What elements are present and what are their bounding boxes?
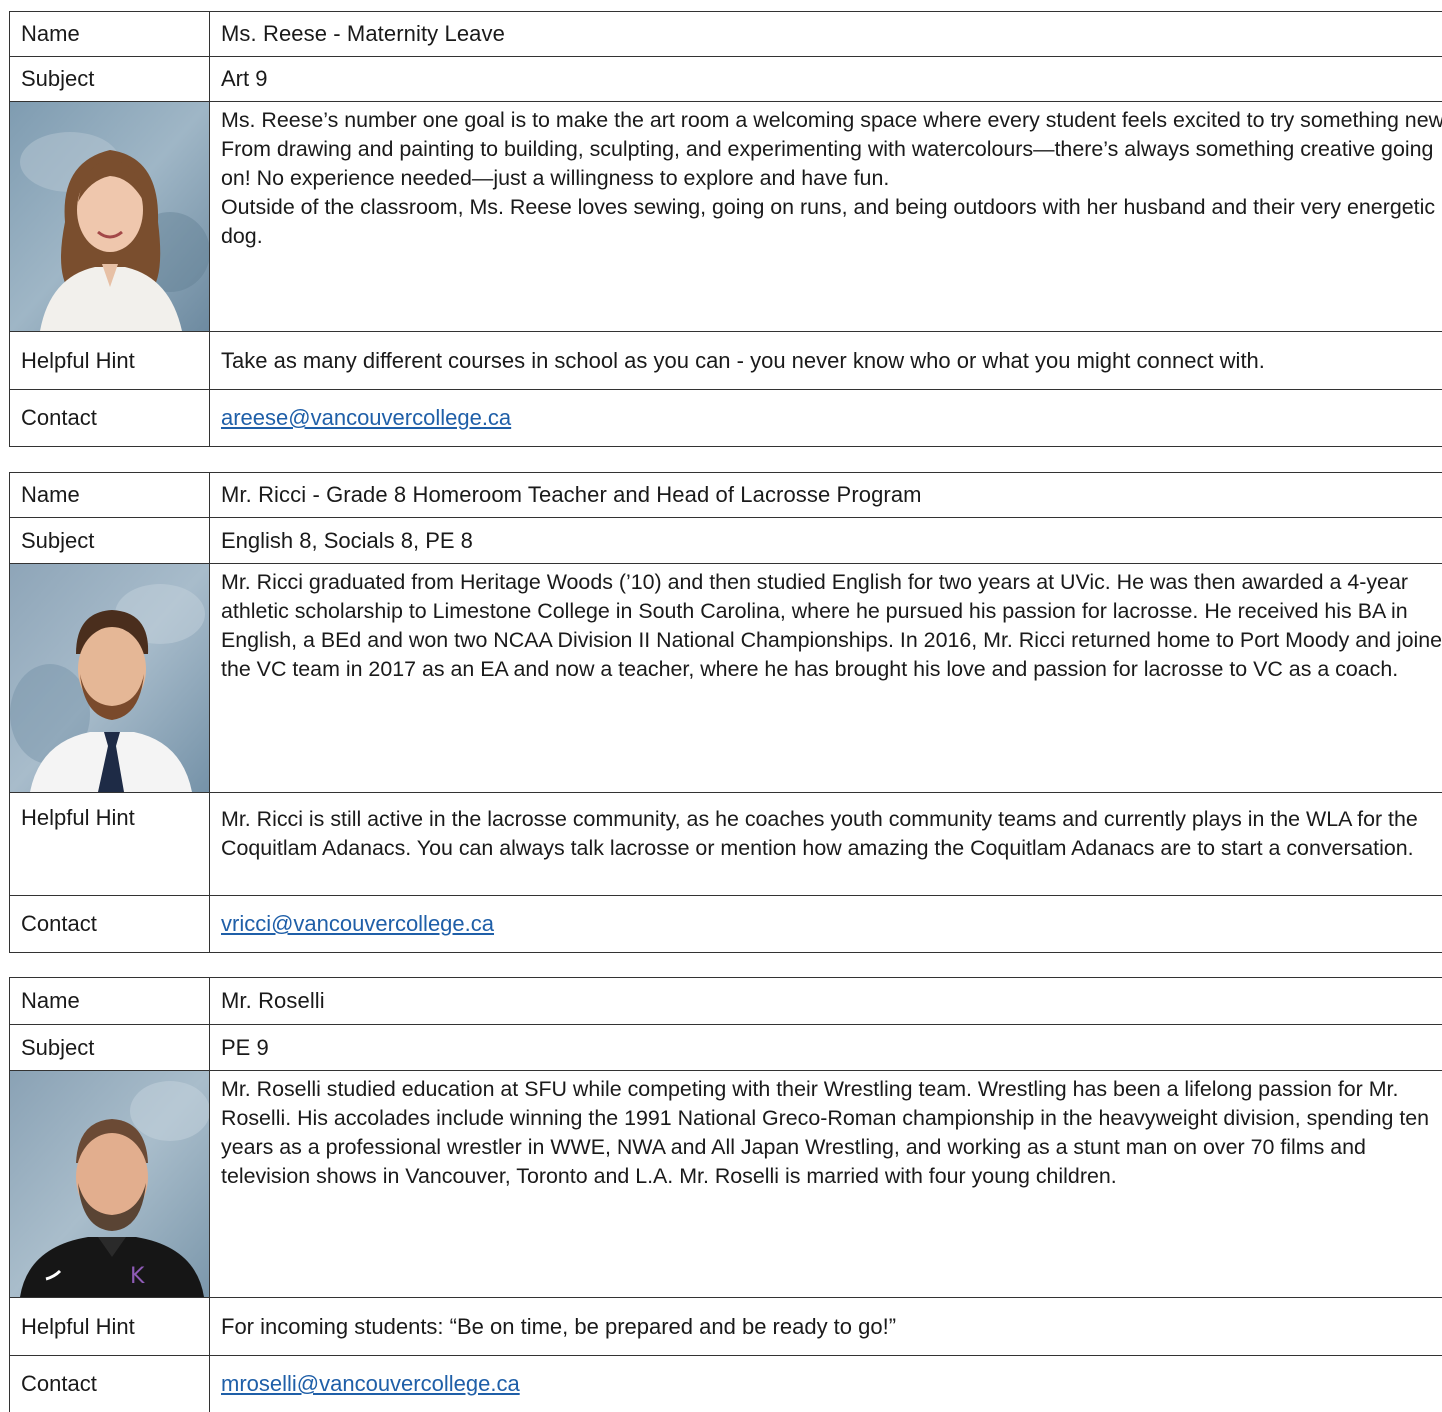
teacher-hint: Mr. Ricci is still active in the lacross… bbox=[221, 807, 1418, 860]
contact-label: Contact bbox=[10, 1356, 210, 1412]
bio-paragraph: Ms. Reese’s number one goal is to make t… bbox=[221, 108, 1442, 190]
hint-row: Helpful Hint Take as many different cour… bbox=[10, 332, 1442, 390]
name-row: Name Mr. Ricci - Grade 8 Homeroom Teache… bbox=[10, 473, 1442, 518]
teacher-name: Mr. Ricci - Grade 8 Homeroom Teacher and… bbox=[221, 482, 922, 507]
teacher-bio: Mr. Ricci graduated from Heritage Woods … bbox=[210, 564, 1442, 792]
contact-row: Contact mroselli@vancouvercollege.ca bbox=[10, 1356, 1442, 1412]
email-link[interactable]: areese@vancouvercollege.ca bbox=[221, 405, 511, 431]
teacher-photo: K bbox=[10, 1071, 210, 1297]
subject-label: Subject bbox=[10, 1025, 210, 1070]
hint-row: Helpful Hint Mr. Ricci is still active i… bbox=[10, 793, 1442, 896]
teacher-name: Ms. Reese - Maternity Leave bbox=[221, 21, 505, 46]
subject-label: Subject bbox=[10, 518, 210, 563]
bio-row: Mr. Ricci graduated from Heritage Woods … bbox=[10, 564, 1442, 793]
teacher-bio: Ms. Reese’s number one goal is to make t… bbox=[210, 102, 1442, 331]
hint-row: Helpful Hint For incoming students: “Be … bbox=[10, 1298, 1442, 1356]
hint-label: Helpful Hint bbox=[10, 793, 210, 895]
contact-label: Contact bbox=[10, 896, 210, 952]
subject-row: Subject Art 9 bbox=[10, 57, 1442, 102]
svg-text:K: K bbox=[130, 1264, 145, 1289]
teacher-subject: English 8, Socials 8, PE 8 bbox=[221, 527, 473, 553]
contact-row: Contact areese@vancouvercollege.ca bbox=[10, 390, 1442, 446]
teacher-subject: PE 9 bbox=[221, 1034, 269, 1060]
subject-label: Subject bbox=[10, 57, 210, 101]
name-label: Name bbox=[10, 473, 210, 517]
portrait-reese-image bbox=[10, 102, 209, 331]
bio-row: Ms. Reese’s number one goal is to make t… bbox=[10, 102, 1442, 332]
hint-label: Helpful Hint bbox=[10, 332, 210, 389]
teacher-name: Mr. Roselli bbox=[221, 988, 325, 1013]
bio-row: K Mr. Roselli studied education at SFU w… bbox=[10, 1071, 1442, 1298]
teacher-subject: Art 9 bbox=[221, 66, 268, 91]
email-link[interactable]: mroselli@vancouvercollege.ca bbox=[221, 1371, 520, 1397]
teacher-hint: For incoming students: “Be on time, be p… bbox=[221, 1313, 897, 1339]
name-label: Name bbox=[10, 978, 210, 1024]
contact-row: Contact vricci@vancouvercollege.ca bbox=[10, 896, 1442, 952]
bio-paragraph: Outside of the classroom, Ms. Reese love… bbox=[221, 195, 1436, 248]
teacher-bio: Mr. Roselli studied education at SFU whi… bbox=[210, 1071, 1442, 1297]
hint-label: Helpful Hint bbox=[10, 1298, 210, 1355]
name-row: Name Mr. Roselli bbox=[10, 978, 1442, 1025]
email-link[interactable]: vricci@vancouvercollege.ca bbox=[221, 911, 494, 937]
teacher-photo bbox=[10, 102, 210, 331]
contact-label: Contact bbox=[10, 390, 210, 446]
portrait-ricci-image bbox=[10, 564, 209, 792]
subject-row: Subject English 8, Socials 8, PE 8 bbox=[10, 518, 1442, 564]
teacher-card-ricci: Name Mr. Ricci - Grade 8 Homeroom Teache… bbox=[9, 472, 1442, 953]
teacher-card-reese: Name Ms. Reese - Maternity Leave Subject… bbox=[9, 11, 1442, 447]
teacher-photo bbox=[10, 564, 210, 792]
teacher-card-roselli: Name Mr. Roselli Subject PE 9 K Mr. Rose… bbox=[9, 977, 1442, 1412]
bio-paragraph: Mr. Roselli studied education at SFU whi… bbox=[221, 1077, 1430, 1188]
name-label: Name bbox=[10, 12, 210, 56]
teacher-hint: Take as many different courses in school… bbox=[221, 347, 1265, 373]
subject-row: Subject PE 9 bbox=[10, 1025, 1442, 1071]
portrait-roselli-image: K bbox=[10, 1071, 209, 1297]
bio-paragraph: Mr. Ricci graduated from Heritage Woods … bbox=[221, 570, 1442, 681]
name-row: Name Ms. Reese - Maternity Leave bbox=[10, 12, 1442, 57]
